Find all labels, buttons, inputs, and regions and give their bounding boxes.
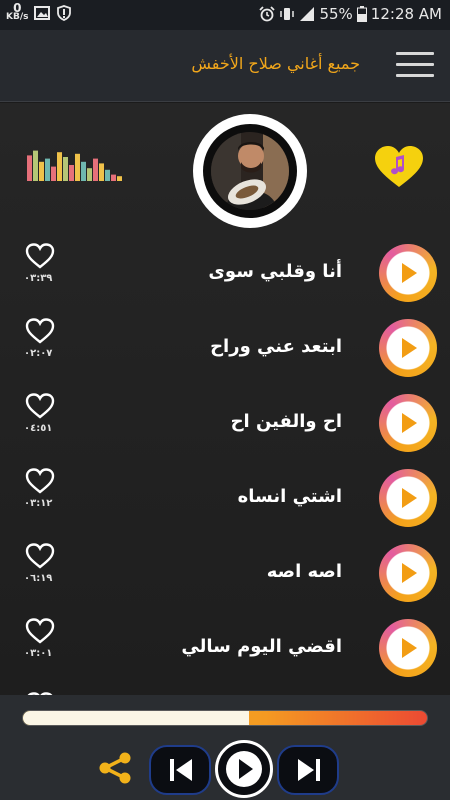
alert-shield-icon bbox=[57, 5, 72, 21]
app-bar: جميع أغاني صلاح الأخفش bbox=[0, 30, 450, 102]
song-duration: ٠٣:٣٩ bbox=[24, 273, 53, 284]
play-icon bbox=[402, 488, 417, 508]
equalizer-bar bbox=[111, 174, 116, 181]
equalizer-bar bbox=[117, 176, 122, 181]
network-speed-unit: KB/s bbox=[6, 12, 29, 22]
music-heart-icon[interactable] bbox=[373, 145, 425, 189]
equalizer-bar bbox=[39, 161, 44, 181]
equalizer-bar bbox=[45, 158, 50, 181]
status-left: 0 KB/s bbox=[6, 2, 72, 22]
progress-bar[interactable] bbox=[22, 710, 428, 726]
play-pause-button[interactable] bbox=[215, 740, 273, 798]
play-icon bbox=[226, 751, 262, 787]
equalizer-bar bbox=[93, 158, 98, 181]
song-duration: ٠٢:٠٧ bbox=[24, 348, 53, 359]
play-button[interactable] bbox=[379, 619, 437, 677]
song-row[interactable]: ٠٢:٠٧ ابتعد عني وراح bbox=[0, 318, 450, 393]
equalizer-bar bbox=[81, 161, 86, 181]
song-title[interactable]: ابتعد عني وراح bbox=[210, 336, 342, 357]
previous-button[interactable] bbox=[149, 745, 211, 795]
status-bar: 0 KB/s 55% 12:28 AM bbox=[0, 0, 450, 30]
play-icon bbox=[402, 338, 417, 358]
heart-outline-icon[interactable] bbox=[25, 468, 55, 494]
song-title[interactable]: أنا وقلبي سوى bbox=[208, 261, 342, 282]
battery-percent: 55% bbox=[319, 5, 353, 23]
equalizer-bar bbox=[75, 153, 80, 181]
song-title[interactable]: اصه اصه bbox=[267, 561, 342, 582]
equalizer-bar bbox=[87, 168, 92, 181]
alarm-icon bbox=[259, 6, 276, 22]
status-right: 55% 12:28 AM bbox=[259, 5, 442, 23]
equalizer-bar bbox=[57, 152, 62, 181]
heart-outline-icon[interactable] bbox=[25, 543, 55, 569]
play-button[interactable] bbox=[379, 544, 437, 602]
equalizer-bar bbox=[105, 169, 110, 181]
hamburger-icon[interactable] bbox=[396, 50, 434, 80]
play-button[interactable] bbox=[379, 394, 437, 452]
equalizer-icon[interactable] bbox=[27, 149, 123, 181]
heart-outline-icon[interactable] bbox=[25, 393, 55, 419]
clock: 12:28 AM bbox=[370, 5, 442, 23]
play-icon bbox=[402, 263, 417, 283]
song-list-area[interactable]: ٠٣:٣٩ أنا وقلبي سوى ٠٢:٠٧ ابتعد عني وراح… bbox=[0, 103, 450, 695]
next-button[interactable] bbox=[277, 745, 339, 795]
play-button[interactable] bbox=[379, 244, 437, 302]
equalizer-bar bbox=[33, 150, 38, 181]
song-duration: ٠٤:٥١ bbox=[24, 423, 53, 434]
signal-icon bbox=[300, 7, 315, 21]
network-speed: 0 KB/s bbox=[6, 2, 29, 22]
play-icon bbox=[402, 563, 417, 583]
song-row[interactable]: ٠٣:١٢ اشتي انساه bbox=[0, 468, 450, 543]
progress-fill bbox=[23, 711, 250, 725]
equalizer-bar bbox=[69, 165, 74, 181]
play-button[interactable] bbox=[379, 469, 437, 527]
song-duration: ٠٣:٠١ bbox=[24, 648, 53, 659]
song-title[interactable]: اشتي انساه bbox=[238, 486, 342, 507]
share-icon[interactable] bbox=[97, 751, 133, 785]
song-duration: ٠٦:١٩ bbox=[24, 573, 53, 584]
heart-outline-icon[interactable] bbox=[25, 243, 55, 269]
artist-photo bbox=[211, 132, 289, 210]
vibrate-icon bbox=[280, 8, 295, 20]
equalizer-bar bbox=[99, 163, 104, 181]
song-row[interactable]: ٠٤:٥١ اح والفين اح bbox=[0, 393, 450, 468]
song-row[interactable]: ٠٣:٠١ اقضي اليوم سالي bbox=[0, 618, 450, 693]
player-bar bbox=[0, 695, 450, 800]
play-button[interactable] bbox=[379, 319, 437, 377]
heart-outline-icon[interactable] bbox=[25, 318, 55, 344]
equalizer-bar bbox=[63, 157, 68, 181]
skip-next-icon bbox=[298, 759, 320, 781]
play-icon bbox=[402, 413, 417, 433]
app-title: جميع أغاني صلاح الأخفش bbox=[191, 54, 360, 73]
artist-avatar bbox=[193, 114, 307, 228]
song-duration: ٠٣:١٢ bbox=[24, 498, 53, 509]
heart-outline-icon[interactable] bbox=[25, 618, 55, 644]
equalizer-bar bbox=[51, 166, 56, 181]
song-row[interactable]: ٠٣:٣٩ أنا وقلبي سوى bbox=[0, 243, 450, 318]
skip-previous-icon bbox=[170, 759, 192, 781]
song-title[interactable]: اقضي اليوم سالي bbox=[181, 636, 342, 657]
equalizer-bar bbox=[27, 155, 32, 181]
song-row[interactable]: ٠٦:١٩ اصه اصه bbox=[0, 543, 450, 618]
play-icon bbox=[402, 638, 417, 658]
battery-icon bbox=[356, 6, 367, 22]
song-title[interactable]: اح والفين اح bbox=[231, 411, 342, 432]
image-icon bbox=[34, 6, 51, 20]
